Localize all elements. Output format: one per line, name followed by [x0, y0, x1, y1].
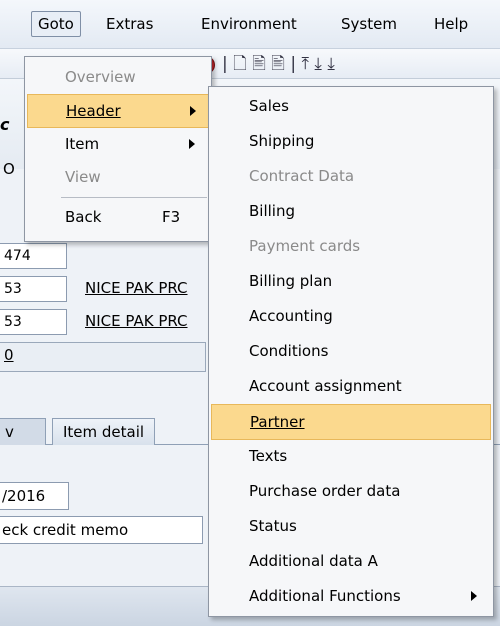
header-submenu: Sales Shipping Contract Data Billing Pay… — [208, 86, 494, 617]
menu-bar: Goto Extras Environment System Help — [0, 0, 500, 48]
header-additional-functions[interactable]: Additional Functions — [211, 579, 491, 613]
menu-help[interactable]: Help — [427, 12, 475, 36]
submenu-arrow-icon — [190, 106, 196, 116]
header-partner[interactable]: Partner — [211, 404, 491, 440]
menu-system[interactable]: System — [334, 12, 404, 36]
header-sales[interactable]: Sales — [211, 89, 491, 123]
goto-overview[interactable]: Overview — [27, 61, 209, 93]
menu-separator — [61, 197, 207, 198]
label-fragment: O — [3, 160, 15, 178]
header-contract-data[interactable]: Contract Data — [211, 159, 491, 193]
back-shortcut: F3 — [162, 208, 181, 226]
header-account-assignment[interactable]: Account assignment — [211, 369, 491, 403]
header-payment-cards[interactable]: Payment cards — [211, 229, 491, 263]
header-purchase-order-data[interactable]: Purchase order data — [211, 474, 491, 508]
goto-back[interactable]: Back F3 — [27, 201, 209, 233]
goto-header[interactable]: Header — [27, 94, 209, 128]
sold-to-name-link[interactable]: NICE PAK PRC — [85, 276, 188, 300]
tab-item-detail[interactable]: Item detail — [52, 418, 156, 445]
goto-dropdown: Overview Header Item View Back F3 — [24, 56, 212, 242]
toolbar-icons[interactable]: | 🗋 🖹 🖹 | ⤒ ⤓ ⤓ — [222, 54, 335, 74]
order-reason-field[interactable]: eck credit memo — [0, 516, 203, 544]
document-number-field[interactable]: 474 — [0, 243, 67, 269]
page-title-fragment: c — [0, 115, 10, 134]
header-accounting[interactable]: Accounting — [211, 299, 491, 333]
menu-goto[interactable]: Goto — [31, 11, 81, 37]
header-additional-data-a[interactable]: Additional data A — [211, 544, 491, 578]
goto-item[interactable]: Item — [27, 128, 209, 160]
header-billing-plan[interactable]: Billing plan — [211, 264, 491, 298]
ship-to-field[interactable]: 53 — [0, 309, 67, 335]
header-conditions[interactable]: Conditions — [211, 334, 491, 368]
header-status[interactable]: Status — [211, 509, 491, 543]
ship-to-name-link[interactable]: NICE PAK PRC — [85, 309, 188, 333]
submenu-arrow-icon — [189, 139, 195, 149]
menu-environment[interactable]: Environment — [194, 12, 304, 36]
header-billing[interactable]: Billing — [211, 194, 491, 228]
header-texts[interactable]: Texts — [211, 439, 491, 473]
header-shipping[interactable]: Shipping — [211, 124, 491, 158]
date-field[interactable]: /2016 — [0, 482, 69, 510]
menu-extras[interactable]: Extras — [99, 12, 160, 36]
sold-to-field[interactable]: 53 — [0, 276, 67, 302]
net-value-text: 0 — [4, 346, 14, 364]
goto-view[interactable]: View — [27, 161, 209, 193]
tab-overview[interactable]: v — [0, 418, 46, 445]
net-value-box[interactable]: 0 — [0, 342, 206, 372]
submenu-arrow-icon — [471, 591, 477, 601]
